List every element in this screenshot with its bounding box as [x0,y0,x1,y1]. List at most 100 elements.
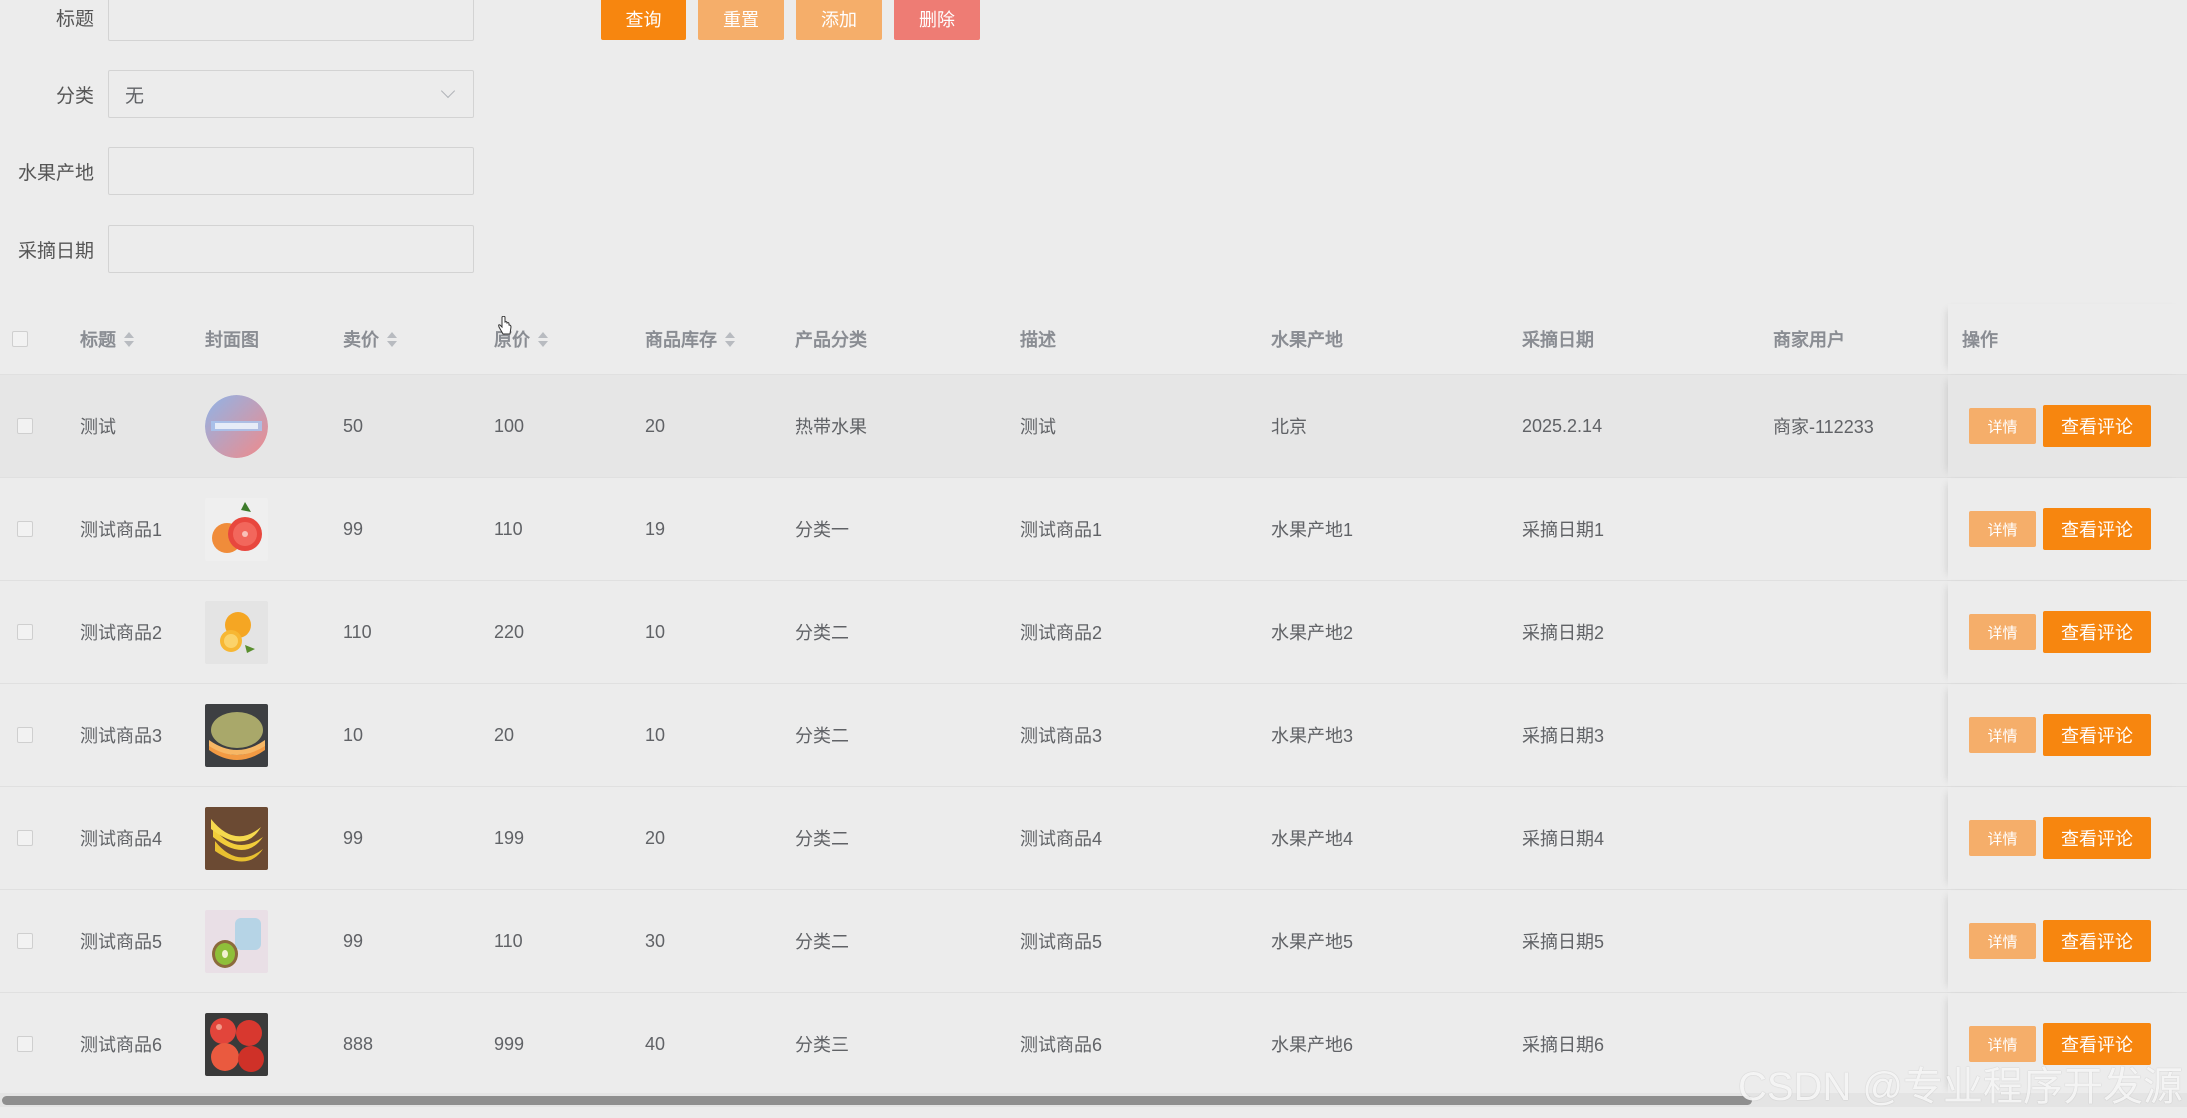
cell-orig-price: 100 [494,415,525,436]
cell-price: 99 [343,827,364,848]
cell-orig-price: 220 [494,621,525,642]
cell-category: 分类一 [795,520,849,540]
cell-stock: 10 [645,724,666,745]
view-comments-button[interactable]: 查看评论 [2043,611,2151,653]
cell-orig-price: 110 [494,930,523,951]
cell-category: 分类二 [795,932,849,952]
header-title[interactable]: 标题 [80,304,134,374]
header-orig-price[interactable]: 原价 [494,304,548,374]
row-checkbox[interactable] [17,830,33,846]
header-origin: 水果产地 [1271,330,1343,350]
kiwi-image [205,909,268,973]
table-row[interactable]: 测试商品5 99 110 30 分类二 测试商品5 水果产地5 采摘日期5 详情 查看评论 [0,890,2187,993]
pick-date-filter-row: 采摘日期 [0,224,474,274]
pick-date-filter-label: 采摘日期 [17,240,94,262]
detail-button[interactable]: 详情 [1969,820,2036,856]
cell-category: 分类二 [795,829,849,849]
cell-desc: 测试商品2 [1020,623,1103,643]
scrollbar-thumb[interactable] [2,1096,1752,1105]
table-header: 标题 封面图 卖价 原价 商品库存 产品分类 描述 水果产地 采摘日期 商家用户… [0,304,2187,375]
cell-pick-date: 采摘日期6 [1522,1035,1605,1055]
cell-pick-date: 2025.2.14 [1522,415,1603,436]
cell-category: 分类三 [795,1035,849,1055]
sort-icon[interactable] [124,331,134,347]
row-checkbox[interactable] [17,624,33,640]
table-row[interactable]: 测试商品4 99 199 20 分类二 测试商品4 水果产地4 采摘日期4 详情 查看评论 [0,787,2187,890]
cell-origin: 水果产地5 [1271,932,1354,952]
cell-desc: 测试商品1 [1020,520,1103,540]
origin-filter-label: 水果产地 [17,162,94,184]
cell-category: 分类二 [795,726,849,746]
row-checkbox[interactable] [17,521,33,537]
category-filter-row: 分类 无 [0,69,474,119]
search-button[interactable]: 查询 [601,0,686,40]
cell-price: 110 [343,621,372,642]
row-checkbox[interactable] [17,727,33,743]
table-row[interactable]: 测试商品3 10 20 10 分类二 测试商品3 水果产地3 采摘日期3 详情 查看评论 [0,684,2187,787]
cell-price: 99 [343,518,364,539]
delete-button[interactable]: 删除 [894,0,980,40]
view-comments-button[interactable]: 查看评论 [2043,920,2151,962]
cell-stock: 20 [645,827,666,848]
table-row[interactable]: 测试商品2 110 220 10 分类二 测试商品2 水果产地2 采摘日期2 详情 查看评论 [0,581,2187,684]
row-checkbox[interactable] [17,933,33,949]
detail-button[interactable]: 详情 [1969,923,2036,959]
banana-image [205,806,268,870]
product-table: 标题 封面图 卖价 原价 商品库存 产品分类 描述 水果产地 采摘日期 商家用户… [0,304,2187,1096]
melon-image [205,703,268,767]
view-comments-button[interactable]: 查看评论 [2043,817,2151,859]
table-body: 测试 50 100 20 热带水果 测试 北京 2025.2.14 商家-112233 详情 查看评… [0,375,2187,1096]
cell-title: 测试 [80,417,116,437]
cell-origin: 水果产地6 [1271,1035,1354,1055]
title-filter-label: 标题 [55,8,94,30]
cell-price: 99 [343,930,364,951]
header-cover: 封面图 [205,330,259,350]
title-filter-input[interactable] [108,0,474,41]
cell-title: 测试商品2 [80,623,163,643]
cell-pick-date: 采摘日期5 [1522,932,1605,952]
header-merchant: 商家用户 [1773,330,1845,350]
row-checkbox[interactable] [17,418,33,434]
cell-pick-date: 采摘日期1 [1522,520,1605,540]
cell-origin: 水果产地4 [1271,829,1354,849]
header-pick-date: 采摘日期 [1522,330,1594,350]
cell-stock: 40 [645,1033,666,1054]
view-comments-button[interactable]: 查看评论 [2043,714,2151,756]
cell-stock: 30 [645,930,666,951]
table-row[interactable]: 测试 50 100 20 热带水果 测试 北京 2025.2.14 商家-112233 详情 查看评… [0,375,2187,478]
category-filter-label: 分类 [55,85,94,107]
view-comments-button[interactable]: 查看评论 [2043,508,2151,550]
origin-filter-input[interactable] [108,147,474,195]
cell-orig-price: 199 [494,827,525,848]
table-row[interactable]: 测试商品1 99 110 19 分类一 测试商品1 水果产地1 采摘日期1 详情 查看评论 [0,478,2187,581]
pick-date-filter-input[interactable] [108,225,474,273]
cell-title: 测试商品5 [80,932,163,952]
detail-button[interactable]: 详情 [1969,511,2036,547]
cell-title: 测试商品3 [80,726,163,746]
cell-price: 888 [343,1033,374,1054]
cell-pick-date: 采摘日期2 [1522,623,1605,643]
header-ops: 操作 [1962,330,1998,350]
sort-icon[interactable] [538,331,548,347]
view-comments-button[interactable]: 查看评论 [2043,405,2151,447]
cell-title: 测试商品1 [80,520,163,540]
header-price[interactable]: 卖价 [343,304,397,374]
detail-button[interactable]: 详情 [1969,614,2036,650]
detail-button[interactable]: 详情 [1969,717,2036,753]
header-category: 产品分类 [795,330,867,350]
sort-icon[interactable] [725,331,735,347]
grapefruit-image [205,497,268,561]
select-all-checkbox[interactable] [12,331,28,347]
cell-desc: 测试商品4 [1020,829,1103,849]
add-button[interactable]: 添加 [796,0,882,40]
detail-button[interactable]: 详情 [1969,408,2036,444]
cell-title: 测试商品6 [80,1035,163,1055]
sort-icon[interactable] [387,331,397,347]
origin-filter-row: 水果产地 [0,146,474,196]
cell-origin: 水果产地2 [1271,623,1354,643]
category-filter-select[interactable]: 无 [108,70,474,118]
row-checkbox[interactable] [17,1036,33,1052]
cell-price: 10 [343,724,364,745]
header-stock[interactable]: 商品库存 [645,304,735,374]
reset-button[interactable]: 重置 [698,0,784,40]
